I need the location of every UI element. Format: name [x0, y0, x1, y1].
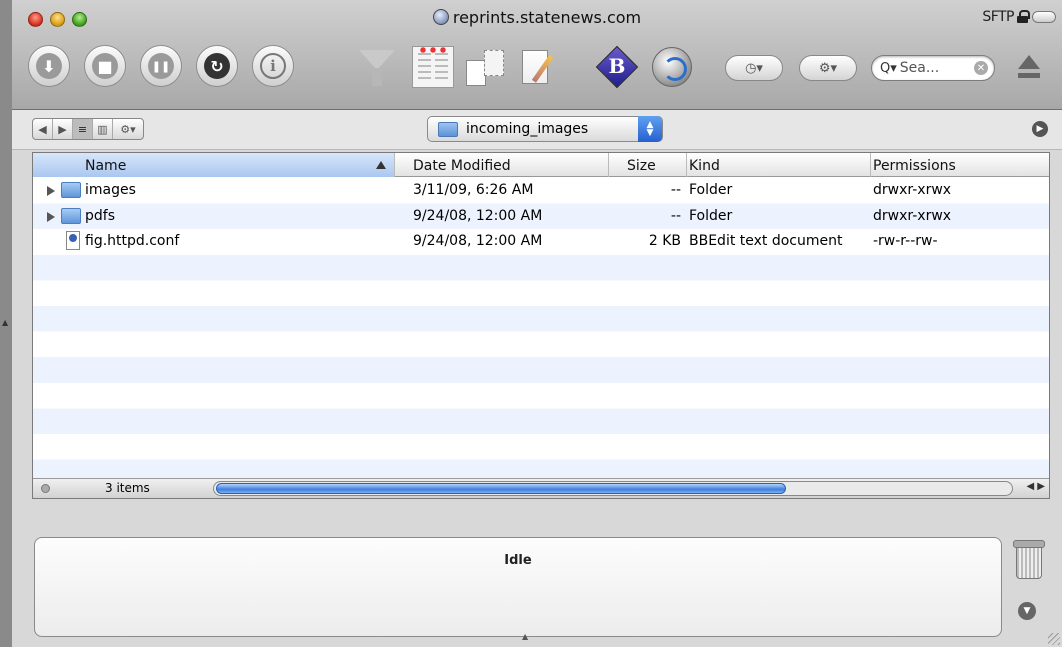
ftp-window: reprints.statenews.com SFTP ⬇ ■ ❚❚ ↻ i B…: [12, 0, 1062, 647]
refresh-button[interactable]: ↻: [196, 45, 238, 87]
path-popup[interactable]: incoming_images ▲ ▼: [427, 116, 663, 142]
folder-icon: [61, 207, 81, 224]
window-title: reprints.statenews.com: [12, 8, 1062, 27]
globe-icon: [432, 9, 449, 25]
folder-icon: [61, 182, 81, 198]
file-kind: Folder: [689, 182, 733, 198]
view-options-button[interactable]: ⚙▾: [113, 119, 143, 139]
transfer-status: Idle: [504, 553, 532, 568]
refresh-icon: ↻: [204, 53, 230, 79]
eject-icon[interactable]: [1012, 53, 1046, 83]
column-view-button[interactable]: ▥: [93, 119, 113, 139]
file-permissions: drwxr-xrwx: [873, 182, 952, 198]
document-icon: [66, 231, 80, 251]
scroll-arrows-icon[interactable]: ◀ ▶: [1026, 481, 1045, 492]
file-permissions: -rw-r--rw-: [873, 233, 938, 250]
folder-icon: [438, 121, 458, 137]
info-icon: i: [260, 53, 286, 79]
column-header-name[interactable]: Name: [33, 153, 395, 177]
trash-icon[interactable]: [1012, 540, 1045, 579]
back-button[interactable]: ◀: [33, 119, 53, 139]
list-view-button[interactable]: ≡: [73, 119, 93, 139]
download-button[interactable]: ⬇: [28, 45, 70, 87]
item-count: 3 items: [105, 481, 150, 495]
window-title-text: reprints.statenews.com: [452, 8, 642, 27]
scrollbar-thumb[interactable]: [216, 483, 786, 494]
file-date: 9/24/08, 12:00 AM: [413, 233, 543, 250]
list-rows: images 3/11/09, 6:26 AM -- Folder drwxr-…: [33, 178, 1049, 478]
download-icon: ⬇: [36, 53, 62, 79]
sync-icon[interactable]: [464, 46, 508, 88]
file-name: pdfs: [85, 207, 115, 224]
file-size: --: [670, 182, 681, 198]
search-field[interactable]: Q▾ Sea... ✕: [871, 55, 995, 81]
pause-icon: ❚❚: [148, 53, 174, 79]
file-name: images: [85, 182, 136, 198]
history-button[interactable]: ◷▾: [725, 55, 783, 81]
file-permissions: drwxr-xrwx: [873, 207, 952, 224]
bbedit-icon[interactable]: B: [595, 45, 639, 89]
action-menu-button[interactable]: ⚙▾: [799, 55, 857, 81]
color-dots-icon: [418, 46, 448, 54]
file-date: 9/24/08, 12:00 AM: [413, 207, 543, 224]
search-placeholder: Sea...: [899, 60, 940, 76]
toolbar-toggle-button[interactable]: [1032, 11, 1056, 23]
file-list: Name Date Modified Size Kind Permissions…: [32, 152, 1050, 499]
pause-button[interactable]: ❚❚: [140, 45, 182, 87]
file-kind: Folder: [689, 207, 733, 224]
info-button[interactable]: i: [252, 45, 294, 87]
side-drawer-handle-icon[interactable]: ▲: [2, 318, 8, 327]
search-icon[interactable]: Q▾: [880, 61, 897, 76]
file-kind: BBEdit text document: [689, 233, 843, 250]
filter-icon[interactable]: [355, 46, 399, 88]
column-header-name-label: Name: [85, 158, 127, 174]
disclosure-triangle-icon[interactable]: [47, 211, 55, 222]
popup-arrows-icon: ▲ ▼: [638, 116, 662, 142]
file-size: --: [670, 207, 681, 224]
disclosure-triangle-icon[interactable]: [47, 186, 55, 196]
navigation-bar: ◀ ▶ ≡ ▥ ⚙▾ incoming_images ▲ ▼ ▶: [12, 110, 1062, 150]
file-date: 3/11/09, 6:26 AM: [413, 182, 534, 198]
table-row[interactable]: pdfs 9/24/08, 12:00 AM -- Folder drwxr-x…: [33, 204, 1049, 230]
horizontal-scrollbar[interactable]: [213, 481, 1013, 496]
table-row[interactable]: images 3/11/09, 6:26 AM -- Folder drwxr-…: [33, 178, 1049, 204]
stop-button[interactable]: ■: [84, 45, 126, 87]
globe-sync-icon[interactable]: [652, 47, 692, 87]
title-bar: reprints.statenews.com SFTP ⬇ ■ ❚❚ ↻ i B…: [12, 0, 1062, 110]
edit-icon[interactable]: [514, 46, 556, 88]
sort-ascending-icon: [376, 161, 386, 169]
lock-icon: [1017, 10, 1030, 23]
current-folder: incoming_images: [466, 121, 589, 137]
view-controls: ◀ ▶ ≡ ▥ ⚙▾: [32, 118, 144, 140]
column-header-size[interactable]: Size: [609, 153, 687, 177]
file-size: 2 KB: [648, 233, 681, 250]
expand-transfers-icon[interactable]: ▼: [1018, 602, 1036, 620]
connection-status-icon: [41, 484, 50, 493]
forward-button[interactable]: ▶: [53, 119, 73, 139]
column-header-kind[interactable]: Kind: [687, 153, 871, 177]
file-name: fig.httpd.conf: [85, 233, 180, 250]
table-row[interactable]: fig.httpd.conf 9/24/08, 12:00 AM 2 KB BB…: [33, 229, 1049, 255]
transfer-panel: Idle: [34, 537, 1002, 637]
clear-search-icon[interactable]: ✕: [974, 61, 988, 75]
resize-grip-icon[interactable]: [1048, 633, 1060, 645]
column-header-date[interactable]: Date Modified: [395, 153, 609, 177]
drawer-toggle-icon[interactable]: ▶: [1032, 121, 1048, 137]
status-bar: 3 items ◀ ▶: [33, 478, 1049, 498]
split-handle-icon[interactable]: ▲: [522, 632, 528, 641]
list-header: Name Date Modified Size Kind Permissions: [33, 153, 1049, 177]
bbedit-letter: B: [608, 54, 626, 78]
stop-icon: ■: [92, 53, 118, 79]
protocol-label: SFTP: [982, 9, 1014, 25]
column-header-permissions[interactable]: Permissions: [871, 153, 1051, 177]
